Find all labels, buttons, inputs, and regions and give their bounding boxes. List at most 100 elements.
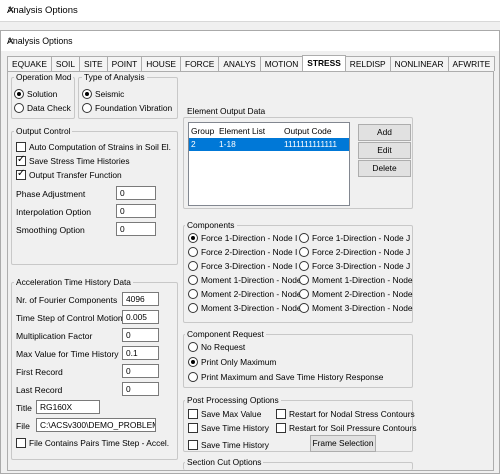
first-record-label: First Record — [16, 367, 63, 377]
radio-moment-3-node-j[interactable]: Moment 3-Direction - Node — [299, 303, 413, 313]
tab-force[interactable]: FORCE — [180, 56, 220, 71]
max-value-input[interactable]: 0.1 — [122, 346, 159, 360]
radio-moment-1-node-j[interactable]: Moment 1-Direction - Node — [299, 275, 413, 285]
title-input[interactable]: RG160X — [36, 400, 100, 414]
moment-1-node-j-label: Moment 1-Direction - Node — [312, 275, 413, 285]
add-button[interactable]: Add — [358, 124, 411, 141]
acceleration-label: Acceleration Time History Data — [14, 277, 133, 287]
radio-icon — [188, 372, 198, 382]
auto-strain-checkbox[interactable]: Auto Computation of Strains in Soil El. — [16, 142, 171, 152]
delete-button[interactable]: Delete — [358, 160, 411, 177]
time-step-label: Time Step of Control Motion — [16, 313, 123, 323]
tab-nonlinear[interactable]: NONLINEAR — [389, 56, 449, 71]
save-max-value-checkbox[interactable]: Save Max Value — [188, 409, 261, 419]
radio-icon — [299, 289, 309, 299]
column-element-list: Element List — [219, 126, 266, 136]
time-step-input[interactable]: 0.005 — [122, 310, 159, 324]
interpolation-option-input[interactable]: 0 — [116, 204, 156, 218]
radio-force-3-node-i[interactable]: Force 3-Direction - Node I — [188, 261, 297, 271]
save-time-history-label: Save Time History — [201, 423, 269, 433]
element-output-label: Element Output Data — [185, 106, 268, 116]
restart-nodal-stress-label: Restart for Nodal Stress Contours — [289, 409, 415, 419]
radio-moment-3-node-i[interactable]: Moment 3-Direction - Node — [188, 303, 302, 313]
interpolation-option-label: Interpolation Option — [16, 207, 92, 217]
radio-force-3-node-j[interactable]: Force 3-Direction - Node J — [299, 261, 410, 271]
output-transfer-checkbox[interactable]: Output Transfer Function — [16, 168, 122, 180]
force-2-node-i-label: Force 2-Direction - Node I — [201, 247, 298, 257]
table-row[interactable]: 2 1-18 1111111111111 — [189, 138, 349, 151]
tab-stress[interactable]: STRESS — [302, 55, 346, 71]
force-2-node-j-label: Force 2-Direction - Node J — [312, 247, 411, 257]
radio-no-request[interactable]: No Request — [188, 342, 245, 352]
frame-selection-button[interactable]: Frame Selection — [310, 435, 376, 452]
dialog-title-bar: Analysis Options ✕ — [1, 31, 499, 51]
file-input[interactable]: C:\ACSv300\DEMO_PROBLEMS — [36, 418, 156, 432]
data-check-radio-icon — [14, 103, 24, 113]
pairs-check-icon — [16, 438, 26, 448]
save-stress-checkbox[interactable]: Save Stress Time Histories — [16, 154, 130, 166]
multiplication-factor-input[interactable]: 0 — [122, 328, 159, 342]
radio-icon — [188, 233, 198, 243]
background-close-icon[interactable]: ✕ — [7, 5, 492, 16]
radio-print-only-maximum[interactable]: Print Only Maximum — [188, 357, 276, 367]
radio-moment-2-node-i[interactable]: Moment 2-Direction - Node — [188, 289, 302, 299]
pairs-checkbox[interactable]: File Contains Pairs Time Step - Accel. — [16, 438, 169, 448]
radio-moment-2-node-j[interactable]: Moment 2-Direction - Node — [299, 289, 413, 299]
seismic-label: Seismic — [95, 89, 125, 99]
radio-print-and-save[interactable]: Print Maximum and Save Time History Resp… — [188, 372, 383, 382]
radio-data-check[interactable]: Data Check — [14, 103, 71, 113]
type-of-analysis-label: Type of Analysis — [82, 72, 147, 82]
output-transfer-label: Output Transfer Function — [29, 170, 122, 180]
phase-adjustment-input[interactable]: 0 — [116, 186, 156, 200]
solution-radio-icon — [14, 89, 24, 99]
radio-force-1-node-i[interactable]: Force 1-Direction - Node I — [188, 233, 297, 243]
radio-force-2-node-i[interactable]: Force 2-Direction - Node I — [188, 247, 297, 257]
edit-button[interactable]: Edit — [358, 142, 411, 159]
auto-strain-check-icon — [16, 142, 26, 152]
tab-equake[interactable]: EQUAKE — [7, 56, 52, 71]
row-element-list: 1-18 — [219, 139, 236, 149]
radio-icon — [188, 342, 198, 352]
radio-icon — [299, 275, 309, 285]
phase-adjustment-label: Phase Adjustment — [16, 189, 86, 199]
tab-motion[interactable]: MOTION — [259, 56, 304, 71]
radio-solution[interactable]: Solution — [14, 89, 57, 99]
tab-soil[interactable]: SOIL — [50, 56, 81, 71]
data-check-label: Data Check — [27, 103, 71, 113]
radio-seismic[interactable]: Seismic — [82, 89, 124, 99]
moment-1-node-i-label: Moment 1-Direction - Node — [201, 275, 302, 285]
fourier-components-input[interactable]: 4096 — [122, 292, 159, 306]
radio-force-1-node-j[interactable]: Force 1-Direction - Node J — [299, 233, 410, 243]
save-time-history-checkbox[interactable]: Save Time History — [188, 423, 269, 433]
restart-soil-pressure-checkbox[interactable]: Restart for Soil Pressure Contours — [276, 423, 417, 433]
tab-reldisp[interactable]: RELDISP — [344, 56, 391, 71]
max-value-label: Max Value for Time History — [16, 349, 119, 359]
foundation-vibration-radio-icon — [82, 103, 92, 113]
section-cut-save-time-history-label: Save Time History — [201, 440, 269, 450]
tab-site[interactable]: SITE — [79, 56, 108, 71]
radio-icon — [188, 303, 198, 313]
force-3-node-j-label: Force 3-Direction - Node J — [312, 261, 411, 271]
force-3-node-i-label: Force 3-Direction - Node I — [201, 261, 298, 271]
first-record-input[interactable]: 0 — [122, 364, 159, 378]
section-cut-save-time-history-checkbox[interactable]: Save Time History — [188, 440, 269, 450]
tab-house[interactable]: HOUSE — [141, 56, 182, 71]
column-group: Group — [191, 126, 215, 136]
print-and-save-label: Print Maximum and Save Time History Resp… — [201, 372, 384, 382]
check-icon — [188, 409, 198, 419]
element-output-list[interactable]: Group Element List Output Code 2 1-18 11… — [188, 122, 350, 206]
force-1-node-i-label: Force 1-Direction - Node I — [201, 233, 298, 243]
last-record-label: Last Record — [16, 385, 63, 395]
radio-force-2-node-j[interactable]: Force 2-Direction - Node J — [299, 247, 410, 257]
radio-icon — [299, 233, 309, 243]
radio-moment-1-node-i[interactable]: Moment 1-Direction - Node — [188, 275, 302, 285]
smoothing-option-input[interactable]: 0 — [116, 222, 156, 236]
last-record-input[interactable]: 0 — [122, 382, 159, 396]
tab-afwrite[interactable]: AFWRITE — [447, 56, 496, 71]
restart-nodal-stress-checkbox[interactable]: Restart for Nodal Stress Contours — [276, 409, 415, 419]
radio-foundation-vibration[interactable]: Foundation Vibration — [82, 103, 172, 113]
dialog-close-icon[interactable]: ✕ — [7, 36, 491, 47]
check-icon — [188, 440, 198, 450]
tab-analys[interactable]: ANALYS — [218, 56, 261, 71]
tab-point[interactable]: POINT — [106, 56, 143, 71]
